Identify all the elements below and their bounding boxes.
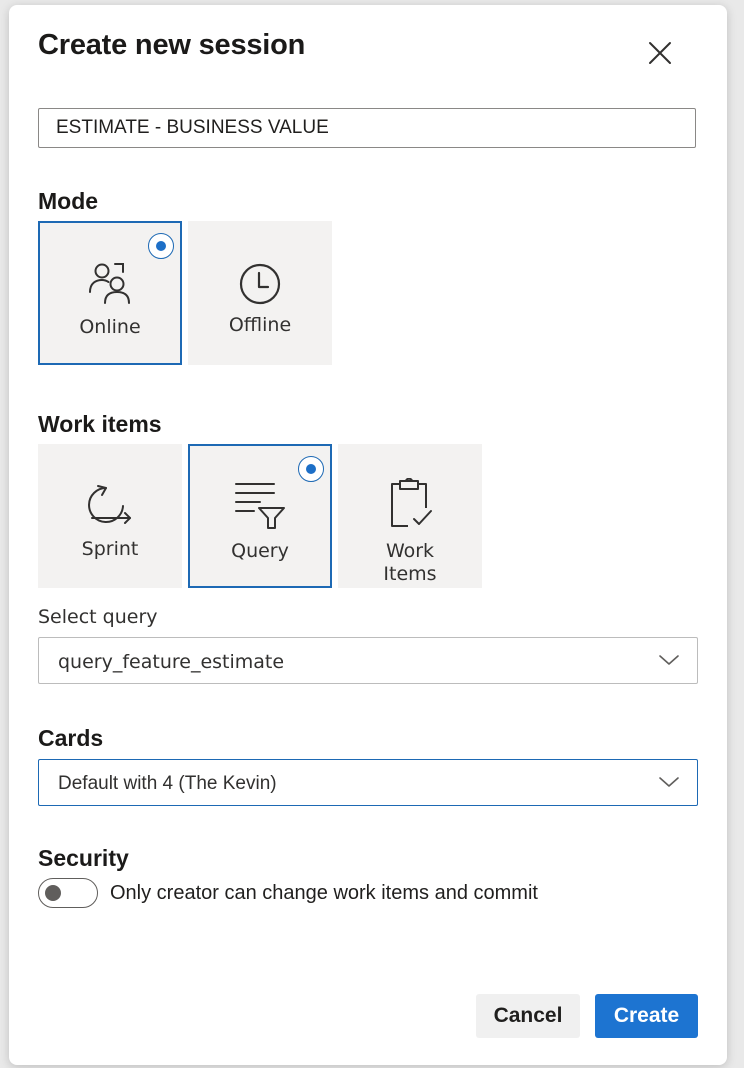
select-query-value: query_feature_estimate: [58, 651, 285, 673]
security-toggle[interactable]: [38, 878, 98, 908]
selected-radio-indicator: [148, 233, 174, 259]
work-items-option-query[interactable]: Query: [188, 444, 332, 588]
clock-icon: [239, 263, 281, 305]
close-button[interactable]: [642, 35, 678, 71]
clipboard-check-icon: [391, 478, 432, 527]
work-items-section-label: Work items: [38, 411, 162, 437]
query-filter-icon: [235, 483, 285, 529]
security-toggle-label: Only creator can change work items and c…: [110, 882, 538, 904]
work-items-option-work-items[interactable]: Work Items: [338, 444, 482, 588]
work-items-option-sprint[interactable]: Sprint: [38, 444, 182, 588]
close-icon: [649, 42, 671, 64]
selected-radio-indicator: [298, 456, 324, 482]
select-query-label: Select query: [38, 606, 158, 628]
chevron-down-icon: [659, 655, 679, 665]
cancel-button[interactable]: Cancel: [476, 994, 580, 1038]
work-items-option-label: Sprint: [81, 538, 139, 560]
session-name-input[interactable]: [38, 108, 696, 148]
toggle-knob: [45, 885, 61, 901]
mode-option-online[interactable]: Online: [38, 221, 182, 365]
select-query-dropdown[interactable]: query_feature_estimate: [38, 637, 698, 684]
chevron-down-icon: [659, 777, 679, 787]
create-button[interactable]: Create: [595, 994, 698, 1038]
sprint-cycle-icon: [88, 485, 131, 524]
work-items-option-label-line1: Work: [385, 540, 435, 562]
dialog-title: Create new session: [38, 29, 306, 61]
security-section-label: Security: [38, 845, 129, 871]
work-items-option-label: Query: [231, 540, 289, 562]
mode-section-label: Mode: [38, 188, 99, 214]
cards-section-label: Cards: [38, 725, 104, 751]
mode-option-label: Online: [79, 316, 141, 338]
create-session-dialog: Create new session Mode Online Offline W…: [9, 5, 727, 1065]
cards-value: Default with 4 (The Kevin): [58, 773, 277, 794]
cards-dropdown[interactable]: Default with 4 (The Kevin): [38, 759, 698, 806]
work-items-option-label-line2: Items: [383, 563, 437, 585]
mode-option-label: Offline: [228, 314, 292, 336]
mode-option-offline[interactable]: Offline: [188, 221, 332, 365]
people-icon: [89, 263, 130, 304]
